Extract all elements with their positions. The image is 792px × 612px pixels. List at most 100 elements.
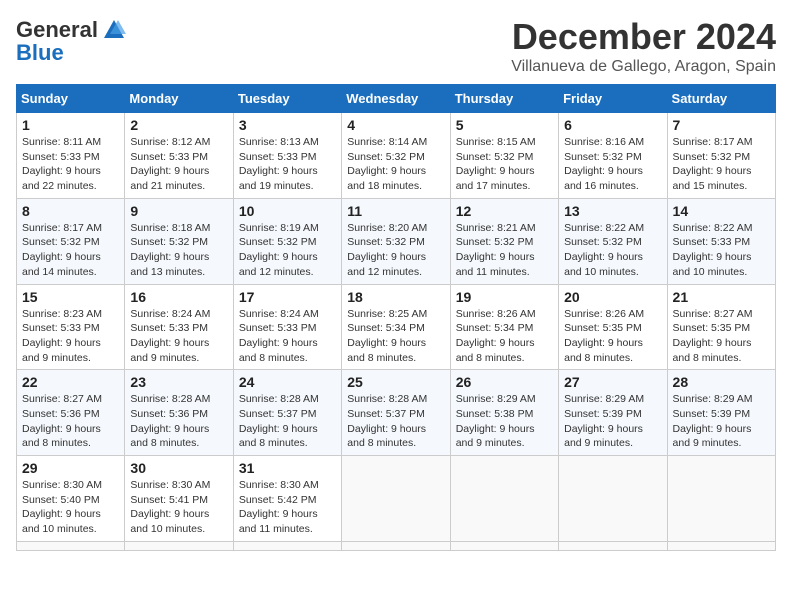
day-number: 12 xyxy=(456,203,553,219)
day-detail: Sunrise: 8:17 AMSunset: 5:32 PMDaylight:… xyxy=(673,136,753,192)
day-number: 31 xyxy=(239,460,336,476)
calendar-cell: 10 Sunrise: 8:19 AMSunset: 5:32 PMDaylig… xyxy=(233,198,341,284)
title-block: December 2024 Villanueva de Gallego, Ara… xyxy=(511,16,776,76)
day-number: 24 xyxy=(239,374,336,390)
day-detail: Sunrise: 8:24 AMSunset: 5:33 PMDaylight:… xyxy=(130,308,210,364)
day-number: 17 xyxy=(239,289,336,305)
calendar-cell xyxy=(667,541,775,550)
calendar-cell: 24 Sunrise: 8:28 AMSunset: 5:37 PMDaylig… xyxy=(233,370,341,456)
day-number: 6 xyxy=(564,117,661,133)
calendar-cell: 18 Sunrise: 8:25 AMSunset: 5:34 PMDaylig… xyxy=(342,284,450,370)
day-number: 25 xyxy=(347,374,444,390)
day-number: 8 xyxy=(22,203,119,219)
day-number: 1 xyxy=(22,117,119,133)
location: Villanueva de Gallego, Aragon, Spain xyxy=(511,58,776,76)
calendar-cell xyxy=(125,541,233,550)
calendar-table: Sunday Monday Tuesday Wednesday Thursday… xyxy=(16,84,776,551)
calendar-header-row: Sunday Monday Tuesday Wednesday Thursday… xyxy=(17,85,776,113)
day-detail: Sunrise: 8:26 AMSunset: 5:34 PMDaylight:… xyxy=(456,308,536,364)
day-detail: Sunrise: 8:16 AMSunset: 5:32 PMDaylight:… xyxy=(564,136,644,192)
day-number: 4 xyxy=(347,117,444,133)
day-detail: Sunrise: 8:22 AMSunset: 5:33 PMDaylight:… xyxy=(673,222,753,278)
calendar-cell xyxy=(559,541,667,550)
day-detail: Sunrise: 8:14 AMSunset: 5:32 PMDaylight:… xyxy=(347,136,427,192)
day-detail: Sunrise: 8:27 AMSunset: 5:35 PMDaylight:… xyxy=(673,308,753,364)
day-detail: Sunrise: 8:12 AMSunset: 5:33 PMDaylight:… xyxy=(130,136,210,192)
calendar-row: 29 Sunrise: 8:30 AMSunset: 5:40 PMDaylig… xyxy=(17,456,776,542)
day-detail: Sunrise: 8:18 AMSunset: 5:32 PMDaylight:… xyxy=(130,222,210,278)
day-detail: Sunrise: 8:28 AMSunset: 5:37 PMDaylight:… xyxy=(239,393,319,449)
day-detail: Sunrise: 8:23 AMSunset: 5:33 PMDaylight:… xyxy=(22,308,102,364)
calendar-cell xyxy=(342,541,450,550)
calendar-cell: 29 Sunrise: 8:30 AMSunset: 5:40 PMDaylig… xyxy=(17,456,125,542)
calendar-cell: 16 Sunrise: 8:24 AMSunset: 5:33 PMDaylig… xyxy=(125,284,233,370)
calendar-row: 8 Sunrise: 8:17 AMSunset: 5:32 PMDayligh… xyxy=(17,198,776,284)
calendar-cell: 26 Sunrise: 8:29 AMSunset: 5:38 PMDaylig… xyxy=(450,370,558,456)
col-sunday: Sunday xyxy=(17,85,125,113)
calendar-cell: 15 Sunrise: 8:23 AMSunset: 5:33 PMDaylig… xyxy=(17,284,125,370)
day-number: 28 xyxy=(673,374,770,390)
day-detail: Sunrise: 8:28 AMSunset: 5:36 PMDaylight:… xyxy=(130,393,210,449)
day-detail: Sunrise: 8:21 AMSunset: 5:32 PMDaylight:… xyxy=(456,222,536,278)
calendar-row: 15 Sunrise: 8:23 AMSunset: 5:33 PMDaylig… xyxy=(17,284,776,370)
calendar-cell: 4 Sunrise: 8:14 AMSunset: 5:32 PMDayligh… xyxy=(342,113,450,199)
day-number: 23 xyxy=(130,374,227,390)
day-detail: Sunrise: 8:24 AMSunset: 5:33 PMDaylight:… xyxy=(239,308,319,364)
calendar-cell: 17 Sunrise: 8:24 AMSunset: 5:33 PMDaylig… xyxy=(233,284,341,370)
calendar-cell: 25 Sunrise: 8:28 AMSunset: 5:37 PMDaylig… xyxy=(342,370,450,456)
calendar-cell xyxy=(342,456,450,542)
col-monday: Monday xyxy=(125,85,233,113)
day-number: 21 xyxy=(673,289,770,305)
day-detail: Sunrise: 8:29 AMSunset: 5:38 PMDaylight:… xyxy=(456,393,536,449)
day-number: 22 xyxy=(22,374,119,390)
day-detail: Sunrise: 8:30 AMSunset: 5:40 PMDaylight:… xyxy=(22,479,102,535)
col-friday: Friday xyxy=(559,85,667,113)
col-tuesday: Tuesday xyxy=(233,85,341,113)
day-detail: Sunrise: 8:29 AMSunset: 5:39 PMDaylight:… xyxy=(673,393,753,449)
calendar-cell: 23 Sunrise: 8:28 AMSunset: 5:36 PMDaylig… xyxy=(125,370,233,456)
calendar-cell: 12 Sunrise: 8:21 AMSunset: 5:32 PMDaylig… xyxy=(450,198,558,284)
day-number: 18 xyxy=(347,289,444,305)
calendar-cell: 30 Sunrise: 8:30 AMSunset: 5:41 PMDaylig… xyxy=(125,456,233,542)
day-detail: Sunrise: 8:11 AMSunset: 5:33 PMDaylight:… xyxy=(22,136,101,192)
day-detail: Sunrise: 8:26 AMSunset: 5:35 PMDaylight:… xyxy=(564,308,644,364)
day-number: 11 xyxy=(347,203,444,219)
day-number: 26 xyxy=(456,374,553,390)
logo: General Blue xyxy=(16,16,128,66)
calendar-row: 22 Sunrise: 8:27 AMSunset: 5:36 PMDaylig… xyxy=(17,370,776,456)
day-number: 13 xyxy=(564,203,661,219)
day-number: 3 xyxy=(239,117,336,133)
calendar-cell: 27 Sunrise: 8:29 AMSunset: 5:39 PMDaylig… xyxy=(559,370,667,456)
day-number: 16 xyxy=(130,289,227,305)
calendar-cell: 1 Sunrise: 8:11 AMSunset: 5:33 PMDayligh… xyxy=(17,113,125,199)
day-detail: Sunrise: 8:30 AMSunset: 5:41 PMDaylight:… xyxy=(130,479,210,535)
calendar-cell xyxy=(559,456,667,542)
day-number: 27 xyxy=(564,374,661,390)
day-detail: Sunrise: 8:19 AMSunset: 5:32 PMDaylight:… xyxy=(239,222,319,278)
month-title: December 2024 xyxy=(511,16,776,58)
calendar-row: 1 Sunrise: 8:11 AMSunset: 5:33 PMDayligh… xyxy=(17,113,776,199)
calendar-cell: 20 Sunrise: 8:26 AMSunset: 5:35 PMDaylig… xyxy=(559,284,667,370)
day-detail: Sunrise: 8:25 AMSunset: 5:34 PMDaylight:… xyxy=(347,308,427,364)
calendar-row xyxy=(17,541,776,550)
calendar-cell: 14 Sunrise: 8:22 AMSunset: 5:33 PMDaylig… xyxy=(667,198,775,284)
day-number: 14 xyxy=(673,203,770,219)
day-detail: Sunrise: 8:27 AMSunset: 5:36 PMDaylight:… xyxy=(22,393,102,449)
day-detail: Sunrise: 8:29 AMSunset: 5:39 PMDaylight:… xyxy=(564,393,644,449)
calendar-cell: 2 Sunrise: 8:12 AMSunset: 5:33 PMDayligh… xyxy=(125,113,233,199)
calendar-body: 1 Sunrise: 8:11 AMSunset: 5:33 PMDayligh… xyxy=(17,113,776,551)
col-wednesday: Wednesday xyxy=(342,85,450,113)
day-number: 15 xyxy=(22,289,119,305)
day-number: 5 xyxy=(456,117,553,133)
day-number: 20 xyxy=(564,289,661,305)
calendar-cell: 22 Sunrise: 8:27 AMSunset: 5:36 PMDaylig… xyxy=(17,370,125,456)
day-detail: Sunrise: 8:20 AMSunset: 5:32 PMDaylight:… xyxy=(347,222,427,278)
calendar-cell: 31 Sunrise: 8:30 AMSunset: 5:42 PMDaylig… xyxy=(233,456,341,542)
logo-icon xyxy=(100,16,128,44)
calendar-cell: 11 Sunrise: 8:20 AMSunset: 5:32 PMDaylig… xyxy=(342,198,450,284)
calendar-cell xyxy=(17,541,125,550)
day-number: 30 xyxy=(130,460,227,476)
day-number: 9 xyxy=(130,203,227,219)
col-saturday: Saturday xyxy=(667,85,775,113)
day-number: 29 xyxy=(22,460,119,476)
